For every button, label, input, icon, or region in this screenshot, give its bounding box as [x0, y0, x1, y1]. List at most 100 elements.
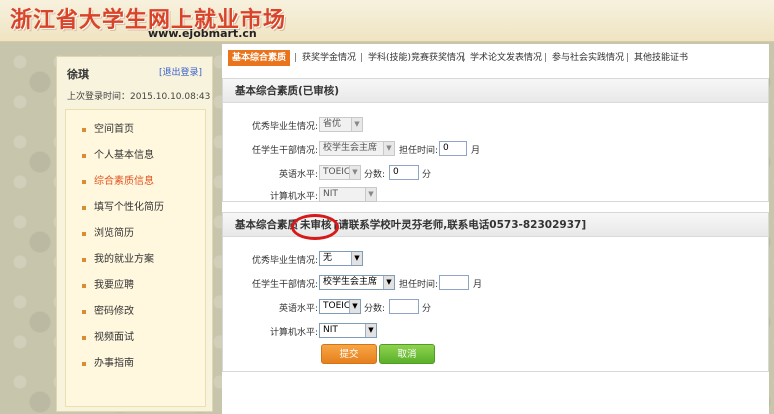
chevron-down-icon: ▼ [383, 142, 394, 155]
main-panel: 基本综合素质 | 获奖学金情况 | 学科(技能)竞赛获奖情况 | 学术论文发表情… [222, 44, 769, 414]
pending-computer-select[interactable]: NIT ▼ [319, 323, 377, 338]
english-label: 英语水平: [278, 170, 318, 180]
cadre-label: 任学生干部情况: [251, 280, 318, 290]
square-bullet-icon [82, 232, 86, 236]
square-bullet-icon [82, 310, 86, 314]
computer-label: 计算机水平: [269, 192, 318, 202]
pending-status: 未审核 [291, 213, 339, 240]
sidebar: 徐琪 [退出登录] 上次登录时间：2015.10.10.08:43 空间首页 个… [56, 56, 213, 412]
pending-actions-row: 提交 取消 [223, 344, 770, 366]
tab-papers[interactable]: 学术论文发表情况 [470, 50, 542, 66]
sidebar-item-resume-edit[interactable]: 填写个性化简历 [66, 198, 205, 218]
cancel-button[interactable]: 取消 [379, 344, 435, 364]
sidebar-menu: 空间首页 个人基本信息 综合素质信息 填写个性化简历 浏览简历 我的就业方案 我… [65, 109, 206, 407]
sidebar-item-apply[interactable]: 我要应聘 [66, 276, 205, 296]
chevron-down-icon: ▼ [365, 188, 376, 201]
tab-separator: | [360, 53, 364, 63]
pending-contact-note: [请联系学校叶灵芬老师,联系电话0573-82302937] [333, 219, 587, 231]
tab-scholarship[interactable]: 获奖学金情况 [302, 50, 356, 66]
select-value: NIT [323, 189, 338, 199]
select-value: 校学生会主席 [323, 143, 378, 153]
square-bullet-icon [82, 258, 86, 262]
pending-english-row: 英语水平: TOEIC ▼ 分数: 分 [223, 299, 770, 317]
approved-section: 基本综合素质(已审核) 优秀毕业生情况: 省优 ▼ 任学生干部情况: 校学生会主… [222, 78, 769, 202]
pending-cadre-select[interactable]: 校学生会主席 ▼ [319, 275, 395, 290]
pending-tenure-input[interactable] [439, 275, 469, 290]
month-unit: 月 [473, 280, 483, 290]
approved-score-input: 0 [389, 165, 419, 180]
sidebar-item-home[interactable]: 空间首页 [66, 120, 205, 140]
pending-graduate-select[interactable]: 无 ▼ [319, 251, 363, 266]
last-login-time: 上次登录时间：2015.10.10.08:43 [67, 92, 211, 102]
sidebar-item-label: 填写个性化简历 [94, 202, 164, 213]
site-url: www.ejobmart.cn [148, 27, 257, 40]
tab-competition[interactable]: 学科(技能)竞赛获奖情况 [368, 50, 465, 66]
sidebar-item-video-interview[interactable]: 视频面试 [66, 328, 205, 348]
square-bullet-icon [82, 336, 86, 340]
sidebar-item-label: 我的就业方案 [94, 254, 154, 265]
sidebar-item-label: 浏览简历 [94, 228, 134, 239]
tenure-label: 担任时间: [399, 146, 439, 156]
sidebar-item-personal-info[interactable]: 个人基本信息 [66, 146, 205, 166]
chevron-down-icon: ▼ [351, 252, 362, 265]
pending-english-select[interactable]: TOEIC ▼ [319, 299, 361, 314]
graduate-label: 优秀毕业生情况: [251, 256, 318, 266]
tab-basic-quality[interactable]: 基本综合素质 [228, 50, 291, 66]
sidebar-item-label: 办事指南 [94, 358, 134, 369]
pending-section-title: 基本综合素质 未审核 [请联系学校叶灵芬老师,联系电话0573-82302937] [223, 213, 768, 240]
approved-graduate-select: 省优 ▼ [319, 117, 363, 132]
sidebar-item-password[interactable]: 密码修改 [66, 302, 205, 322]
square-bullet-icon [82, 180, 86, 184]
tab-separator: | [626, 53, 630, 63]
select-value: NIT [323, 325, 338, 335]
sidebar-item-employment-plan[interactable]: 我的就业方案 [66, 250, 205, 270]
square-bullet-icon [82, 206, 86, 210]
score-unit: 分 [422, 304, 432, 314]
approved-english-row: 英语水平: TOEIC ▼ 分数: 0 分 [223, 165, 770, 183]
select-value: 省优 [323, 119, 342, 129]
site-header: 浙江省大学生网上就业市场 www.ejobmart.cn [0, 0, 774, 42]
select-value: TOEIC [323, 301, 351, 311]
pending-computer-row: 计算机水平: NIT ▼ [223, 323, 770, 341]
approved-cadre-select: 校学生会主席 ▼ [319, 141, 395, 156]
english-label: 英语水平: [278, 304, 318, 314]
chevron-down-icon: ▼ [349, 300, 360, 313]
graduate-label: 优秀毕业生情况: [251, 122, 318, 132]
month-unit: 月 [471, 146, 481, 156]
sidebar-item-resume-browse[interactable]: 浏览简历 [66, 224, 205, 244]
sidebar-item-label: 综合素质信息 [94, 176, 154, 187]
select-value: 校学生会主席 [323, 277, 378, 287]
square-bullet-icon [82, 362, 86, 366]
approved-english-select: TOEIC ▼ [319, 165, 361, 180]
chevron-down-icon: ▼ [351, 118, 362, 131]
tab-separator: | [462, 53, 466, 63]
submit-button[interactable]: 提交 [321, 344, 377, 364]
select-value: 无 [323, 253, 333, 263]
pending-score-input[interactable] [389, 299, 419, 314]
approved-section-title: 基本综合素质(已审核) [223, 79, 768, 103]
logout-link[interactable]: [退出登录] [159, 65, 202, 78]
square-bullet-icon [82, 284, 86, 288]
tab-certificates[interactable]: 其他技能证书 [634, 50, 688, 66]
sidebar-item-guide[interactable]: 办事指南 [66, 354, 205, 374]
tab-separator: | [544, 53, 548, 63]
score-label: 分数: [364, 304, 386, 314]
square-bullet-icon [82, 154, 86, 158]
sidebar-item-label: 我要应聘 [94, 280, 134, 291]
score-unit: 分 [422, 170, 432, 180]
user-name: 徐琪 [67, 68, 89, 81]
pending-title-prefix: 基本综合素质 [235, 219, 298, 231]
sidebar-item-label: 视频面试 [94, 332, 134, 343]
chevron-down-icon: ▼ [365, 324, 376, 337]
pending-section: 基本综合素质 未审核 [请联系学校叶灵芬老师,联系电话0573-82302937] … [222, 212, 769, 372]
pending-cadre-row: 任学生干部情况: 校学生会主席 ▼ 担任时间: 月 [223, 275, 770, 293]
square-bullet-icon [82, 128, 86, 132]
sidebar-item-quality-info[interactable]: 综合素质信息 [66, 172, 205, 192]
approved-computer-row: 计算机水平: NIT ▼ [223, 187, 770, 203]
chevron-down-icon: ▼ [383, 276, 394, 289]
cadre-label: 任学生干部情况: [251, 146, 318, 156]
score-label: 分数: [364, 170, 386, 180]
tab-separator: | [294, 53, 298, 63]
tab-social-practice[interactable]: 参与社会实践情况 [552, 50, 624, 66]
approved-tenure-input: 0 [439, 141, 467, 156]
